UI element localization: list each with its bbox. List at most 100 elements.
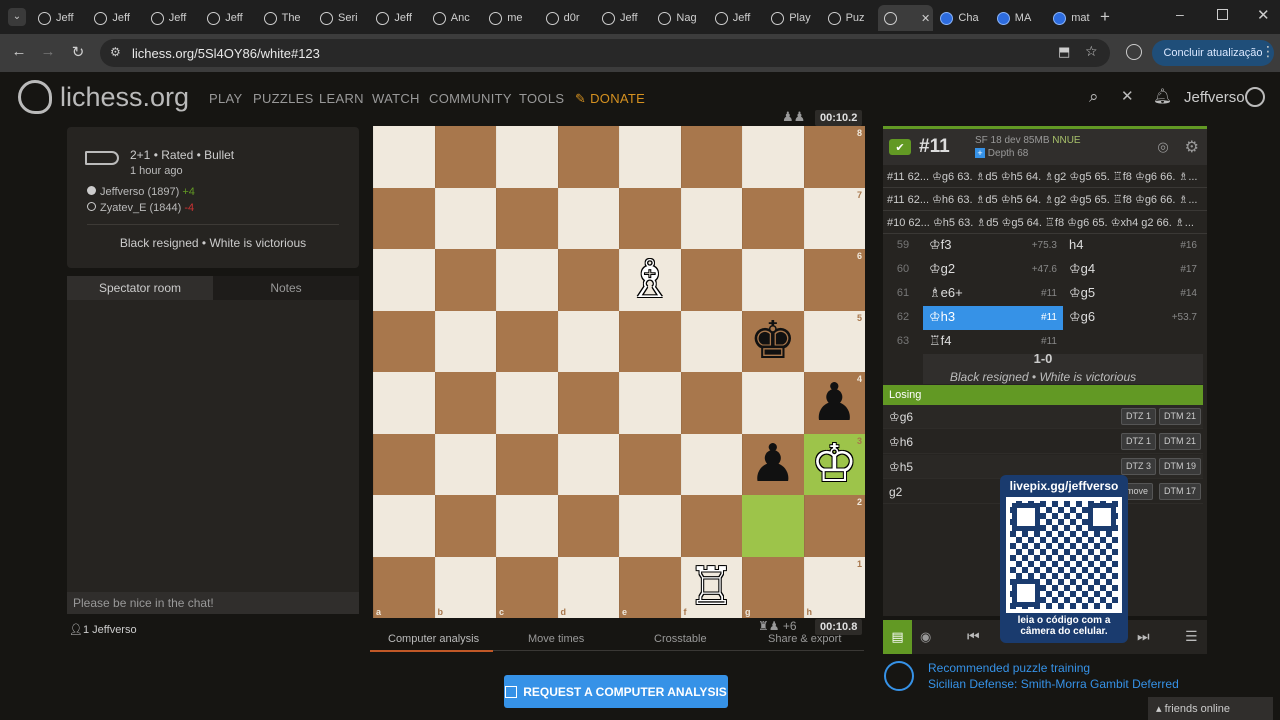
square-g5[interactable]: ♚ bbox=[742, 310, 804, 373]
recommended-puzzle-title[interactable]: Recommended puzzle training bbox=[928, 661, 1090, 675]
black-move[interactable]: h4 #16 bbox=[1063, 234, 1203, 258]
url-field[interactable]: ⚙ lichess.org/5Sl4OY86/white#123 ⬒ ☆ bbox=[100, 39, 1110, 67]
black-move[interactable]: ♔g4 #17 bbox=[1063, 258, 1203, 282]
square-h8[interactable]: 8 bbox=[803, 126, 865, 188]
lichess-logo[interactable]: lichess.org bbox=[18, 80, 189, 114]
white-move[interactable]: ♗e6+ #11 bbox=[923, 282, 1063, 306]
search-icon[interactable]: ⌕ bbox=[1089, 87, 1099, 107]
square-f5[interactable] bbox=[680, 310, 742, 372]
square-e2[interactable] bbox=[619, 495, 681, 557]
square-d8[interactable] bbox=[557, 126, 619, 188]
nav-donate[interactable]: ✎ DONATE bbox=[575, 91, 645, 107]
square-f2[interactable] bbox=[680, 495, 742, 557]
browser-tab[interactable]: Jeff bbox=[370, 5, 425, 31]
square-c2[interactable] bbox=[496, 495, 558, 557]
square-e4[interactable] bbox=[619, 372, 681, 434]
square-h7[interactable]: 7 bbox=[803, 187, 865, 249]
square-h6[interactable]: 6 bbox=[803, 249, 865, 311]
square-g2[interactable] bbox=[742, 495, 804, 557]
browser-tab[interactable]: Nag bbox=[652, 5, 707, 31]
black-move[interactable]: ♔g5 #14 bbox=[1063, 282, 1203, 306]
square-b6[interactable] bbox=[434, 249, 496, 311]
black-move[interactable]: ♔g6 +53.7 bbox=[1063, 306, 1203, 330]
white-move[interactable]: ♔h3 #11 bbox=[923, 306, 1063, 330]
square-b5[interactable] bbox=[434, 310, 496, 372]
browser-tab[interactable]: me bbox=[483, 5, 538, 31]
square-c4[interactable] bbox=[496, 372, 558, 434]
install-icon[interactable]: ⬒ bbox=[1058, 44, 1070, 60]
square-b4[interactable] bbox=[434, 372, 496, 434]
square-d7[interactable] bbox=[557, 187, 619, 249]
restore-button[interactable] bbox=[1217, 9, 1228, 20]
square-d3[interactable] bbox=[557, 433, 619, 495]
explorer-icon[interactable]: ◉ bbox=[920, 629, 931, 645]
square-g6[interactable] bbox=[742, 249, 804, 311]
square-e8[interactable] bbox=[619, 126, 681, 188]
square-a6[interactable] bbox=[373, 249, 435, 311]
menu-icon[interactable]: ☰ bbox=[1185, 628, 1198, 645]
browser-tab[interactable]: Jeff bbox=[88, 5, 143, 31]
pv-line[interactable]: #11 62... ♔g6 63. ♗d5 ♔h5 64. ♗g2 ♔g5 65… bbox=[883, 165, 1207, 188]
square-d6[interactable] bbox=[557, 249, 619, 311]
black-king[interactable]: ♚ bbox=[742, 311, 804, 373]
square-h3[interactable]: ♔ 3 bbox=[803, 433, 866, 496]
engine-toggle[interactable]: ✔ bbox=[889, 139, 911, 155]
tab-computer-analysis[interactable]: Computer analysis bbox=[388, 633, 479, 645]
square-f3[interactable] bbox=[680, 433, 742, 495]
close-tab-icon[interactable]: ✕ bbox=[921, 12, 930, 25]
profile-icon[interactable] bbox=[1126, 44, 1142, 60]
new-tab-button[interactable]: + bbox=[1100, 7, 1110, 27]
tab-spectator-room[interactable]: Spectator room bbox=[67, 276, 213, 300]
square-e3[interactable] bbox=[619, 433, 681, 495]
browser-tab[interactable]: ✕ bbox=[878, 5, 933, 31]
square-f7[interactable] bbox=[680, 187, 742, 249]
black-pawn[interactable]: ♟ bbox=[742, 434, 804, 496]
pv-line[interactable]: #11 62... ♔h6 63. ♗d5 ♔h5 64. ♗g2 ♔g5 65… bbox=[883, 188, 1207, 211]
square-g1[interactable]: g bbox=[742, 556, 804, 618]
browser-tab[interactable]: Jeff bbox=[32, 5, 87, 31]
swords-icon[interactable]: ✕ bbox=[1121, 87, 1134, 105]
square-f1[interactable]: ♖ f bbox=[680, 556, 743, 619]
reload-icon[interactable]: ↻ bbox=[68, 43, 88, 61]
white-king[interactable]: ♔ bbox=[804, 434, 866, 496]
square-a5[interactable] bbox=[373, 310, 435, 372]
browser-tab[interactable]: Jeff bbox=[201, 5, 256, 31]
white-rook[interactable]: ♖ bbox=[681, 557, 743, 619]
close-window-button[interactable]: ✕ bbox=[1257, 6, 1270, 24]
square-d5[interactable] bbox=[557, 310, 619, 372]
bell-icon[interactable]: 🔔︎ bbox=[1153, 87, 1172, 105]
book-icon[interactable]: ▤ bbox=[883, 620, 912, 654]
nav-tools[interactable]: TOOLS bbox=[519, 91, 564, 106]
browser-tab[interactable]: Puz bbox=[822, 5, 877, 31]
tablebase-row[interactable]: ♔g6 DTZ 1 DTM 21 bbox=[883, 405, 1203, 429]
nav-learn[interactable]: LEARN bbox=[319, 91, 364, 106]
spectator-name[interactable]: Jeffverso bbox=[92, 624, 136, 636]
tab-notes[interactable]: Notes bbox=[213, 276, 359, 300]
user-avatar-icon[interactable] bbox=[1245, 87, 1265, 107]
browser-tab[interactable]: Play bbox=[765, 5, 820, 31]
square-e1[interactable]: e bbox=[619, 556, 681, 618]
square-c3[interactable] bbox=[496, 433, 558, 495]
square-g3[interactable]: ♟ bbox=[742, 433, 804, 496]
square-f8[interactable] bbox=[680, 126, 742, 188]
tab-crosstable[interactable]: Crosstable bbox=[654, 633, 707, 645]
first-move-icon[interactable]: ⏮ bbox=[967, 628, 980, 645]
square-a2[interactable] bbox=[373, 495, 435, 557]
nav-community[interactable]: COMMUNITY bbox=[429, 91, 512, 106]
square-c5[interactable] bbox=[496, 310, 558, 372]
site-info-icon[interactable]: ⚙ bbox=[110, 45, 121, 59]
white-player-row[interactable]: Jeffverso (1897) +4 bbox=[87, 186, 195, 198]
square-a1[interactable]: a bbox=[373, 556, 435, 618]
square-h1[interactable]: 1h bbox=[803, 556, 865, 618]
square-f4[interactable] bbox=[680, 372, 742, 434]
pv-line[interactable]: #10 62... ♔h5 63. ♗d5 ♔g5 64. ♖f8 ♔g6 65… bbox=[883, 211, 1207, 234]
tab-move-times[interactable]: Move times bbox=[528, 633, 584, 645]
square-a3[interactable] bbox=[373, 433, 435, 495]
white-move[interactable]: ♔f3 +75.3 bbox=[923, 234, 1063, 258]
square-g8[interactable] bbox=[742, 126, 804, 188]
tab-share-export[interactable]: Share & export bbox=[768, 633, 841, 645]
browser-tab[interactable]: Jeff bbox=[596, 5, 651, 31]
square-c6[interactable] bbox=[496, 249, 558, 311]
square-d1[interactable]: d bbox=[557, 556, 619, 618]
browser-tab[interactable]: Jeff bbox=[145, 5, 200, 31]
